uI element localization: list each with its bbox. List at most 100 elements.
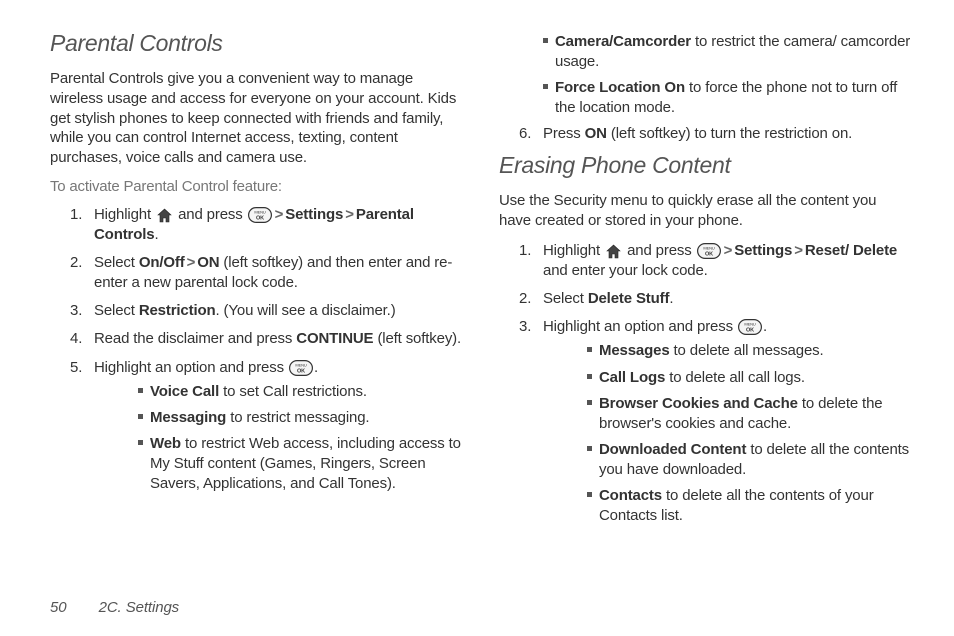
page-number: 50 <box>50 599 67 616</box>
step-text: Read the disclaimer and press <box>94 330 296 347</box>
menu-ok-icon: MENUOK <box>248 207 272 223</box>
step-1: 1. Highlight and press MENUOK>Settings>P… <box>50 205 463 245</box>
bullet-icon <box>138 440 143 445</box>
gt-icon: > <box>273 206 286 223</box>
bold-reset-delete: Reset/ Delete <box>805 242 897 259</box>
bold-label: Downloaded Content <box>599 441 746 458</box>
step-text: . <box>154 226 158 243</box>
erase-option-contacts: Contacts to delete all the contents of y… <box>543 486 912 526</box>
step-text: Press <box>543 125 585 142</box>
step-text: Highlight an option and press <box>543 318 737 335</box>
bold-label: Force Location On <box>555 79 685 96</box>
bullet-icon <box>138 414 143 419</box>
menu-ok-icon: MENUOK <box>738 319 762 335</box>
step-text: Highlight an option and press <box>94 359 288 376</box>
bullet-icon <box>138 388 143 393</box>
bullet-icon <box>587 446 592 451</box>
bold-on: ON <box>585 125 607 142</box>
bold-label: Web <box>150 435 181 452</box>
menu-ok-icon: MENUOK <box>289 360 313 376</box>
step-3: 3. Select Restriction. (You will see a d… <box>50 301 463 321</box>
bold-settings: Settings <box>734 242 792 259</box>
step-2: 2. Select On/Off>ON (left softkey) and t… <box>50 253 463 293</box>
section-label: 2C. Settings <box>99 599 180 616</box>
gt-icon: > <box>343 206 356 223</box>
bullet-icon <box>587 492 592 497</box>
bold-label: Messages <box>599 342 670 359</box>
bold-settings: Settings <box>285 206 343 223</box>
page-footer: 50 2C. Settings <box>50 599 179 616</box>
erase-step-3: 3. Highlight an option and press MENUOK.… <box>499 317 912 526</box>
option-text: to set Call restrictions. <box>219 383 367 400</box>
bold-label: Call Logs <box>599 369 665 386</box>
home-icon <box>156 208 173 223</box>
step-4: 4. Read the disclaimer and press CONTINU… <box>50 329 463 349</box>
bullet-icon <box>587 347 592 352</box>
step-number: 3. <box>70 301 82 321</box>
option-web: Web to restrict Web access, including ac… <box>94 434 463 494</box>
step-text: . <box>763 318 767 335</box>
subheading-activate: To activate Parental Control feature: <box>50 178 463 195</box>
step-number: 1. <box>70 205 82 225</box>
heading-erasing: Erasing Phone Content <box>499 152 912 179</box>
bold-label: Camera/Camcorder <box>555 33 691 50</box>
erase-step-2: 2. Select Delete Stuff. <box>499 289 912 309</box>
right-column: Camera/Camcorder to restrict the camera/… <box>499 30 912 534</box>
erase-step-1: 1. Highlight and press MENUOK>Settings>R… <box>499 241 912 281</box>
steps-list-parental: 1. Highlight and press MENUOK>Settings>P… <box>50 205 463 494</box>
step-text: . <box>669 290 673 307</box>
svg-text:OK: OK <box>297 368 305 374</box>
intro-paragraph: Parental Controls give you a convenient … <box>50 69 463 168</box>
step-number: 5. <box>70 358 82 378</box>
svg-text:OK: OK <box>746 328 754 334</box>
bold-delete-stuff: Delete Stuff <box>588 290 670 307</box>
step-text: (left softkey). <box>373 330 461 347</box>
bold-on: ON <box>197 254 219 271</box>
two-column-layout: Parental Controls Parental Controls give… <box>50 30 912 534</box>
bullet-icon <box>543 38 548 43</box>
svg-text:MENU: MENU <box>744 322 755 327</box>
svg-text:MENU: MENU <box>295 362 306 367</box>
svg-text:MENU: MENU <box>254 209 265 214</box>
option-text: to restrict Web access, including access… <box>150 435 461 492</box>
step-text: Select <box>94 254 139 271</box>
step-number: 1. <box>519 241 531 261</box>
erase-option-calllogs: Call Logs to delete all call logs. <box>543 368 912 388</box>
step-text: . <box>314 359 318 376</box>
steps-list-parental-cont: 6. Press ON (left softkey) to turn the r… <box>499 124 912 144</box>
step-number: 4. <box>70 329 82 349</box>
step-text: and press <box>623 242 696 259</box>
step-text: Highlight <box>94 206 155 223</box>
step-number: 2. <box>519 289 531 309</box>
step-number: 2. <box>70 253 82 273</box>
step-number: 3. <box>519 317 531 337</box>
menu-ok-icon: MENUOK <box>697 243 721 259</box>
svg-text:OK: OK <box>705 252 713 258</box>
erase-option-browser: Browser Cookies and Cache to delete the … <box>543 394 912 434</box>
bold-label: Contacts <box>599 487 662 504</box>
bullet-icon <box>543 84 548 89</box>
bold-restriction: Restriction <box>139 302 216 319</box>
step-text: . (You will see a disclaimer.) <box>216 302 396 319</box>
gt-icon: > <box>792 242 805 259</box>
gt-icon: > <box>185 254 198 271</box>
gt-icon: > <box>722 242 735 259</box>
step-text: (left softkey) to turn the restriction o… <box>607 125 852 142</box>
left-column: Parental Controls Parental Controls give… <box>50 30 463 534</box>
manual-page: Parental Controls Parental Controls give… <box>0 0 954 636</box>
step-text: Select <box>543 290 588 307</box>
bold-label: Messaging <box>150 409 226 426</box>
bold-label: Browser Cookies and Cache <box>599 395 798 412</box>
step-text: Select <box>94 302 139 319</box>
step-number: 6. <box>519 124 531 144</box>
home-icon <box>605 244 622 259</box>
bold-label: Voice Call <box>150 383 219 400</box>
option-camera: Camera/Camcorder to restrict the camera/… <box>499 32 912 72</box>
bullet-icon <box>587 400 592 405</box>
erase-option-messages: Messages to delete all messages. <box>543 341 912 361</box>
svg-text:OK: OK <box>256 215 264 221</box>
step-text: Highlight <box>543 242 604 259</box>
step-6: 6. Press ON (left softkey) to turn the r… <box>499 124 912 144</box>
erase-options-list: Messages to delete all messages. Call Lo… <box>543 341 912 526</box>
step-5: 5. Highlight an option and press MENUOK.… <box>50 358 463 495</box>
